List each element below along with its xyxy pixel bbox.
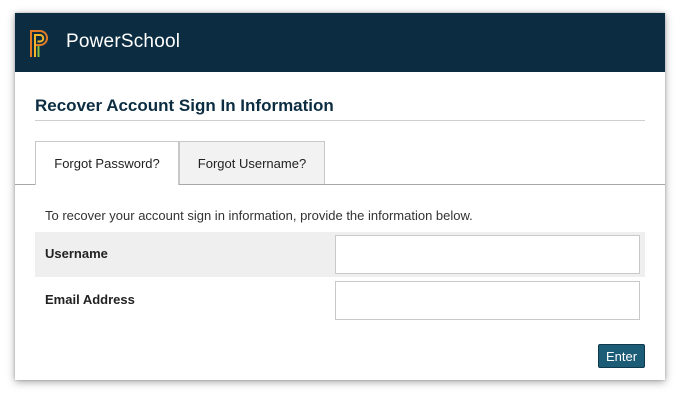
recovery-panel: PowerSchool Recover Account Sign In Info…: [15, 13, 665, 380]
page-title: Recover Account Sign In Information: [35, 96, 334, 115]
username-row: Username: [35, 232, 645, 277]
enter-button[interactable]: Enter: [598, 344, 645, 368]
username-label: Username: [45, 246, 108, 261]
username-input[interactable]: [335, 235, 640, 274]
brand-name: PowerSchool: [66, 31, 181, 52]
powerschool-p-logo-icon: [30, 30, 48, 57]
header-bar: PowerSchool: [15, 13, 665, 72]
title-divider: [35, 120, 645, 121]
tab-forgot-username[interactable]: Forgot Username?: [179, 141, 325, 184]
instructions-text: To recover your account sign in informat…: [45, 208, 473, 223]
email-input[interactable]: [335, 281, 640, 320]
tab-forgot-password[interactable]: Forgot Password?: [35, 141, 179, 185]
page: PowerSchool Recover Account Sign In Info…: [0, 0, 687, 403]
email-label: Email Address: [45, 292, 135, 307]
email-row: Email Address: [35, 278, 645, 323]
